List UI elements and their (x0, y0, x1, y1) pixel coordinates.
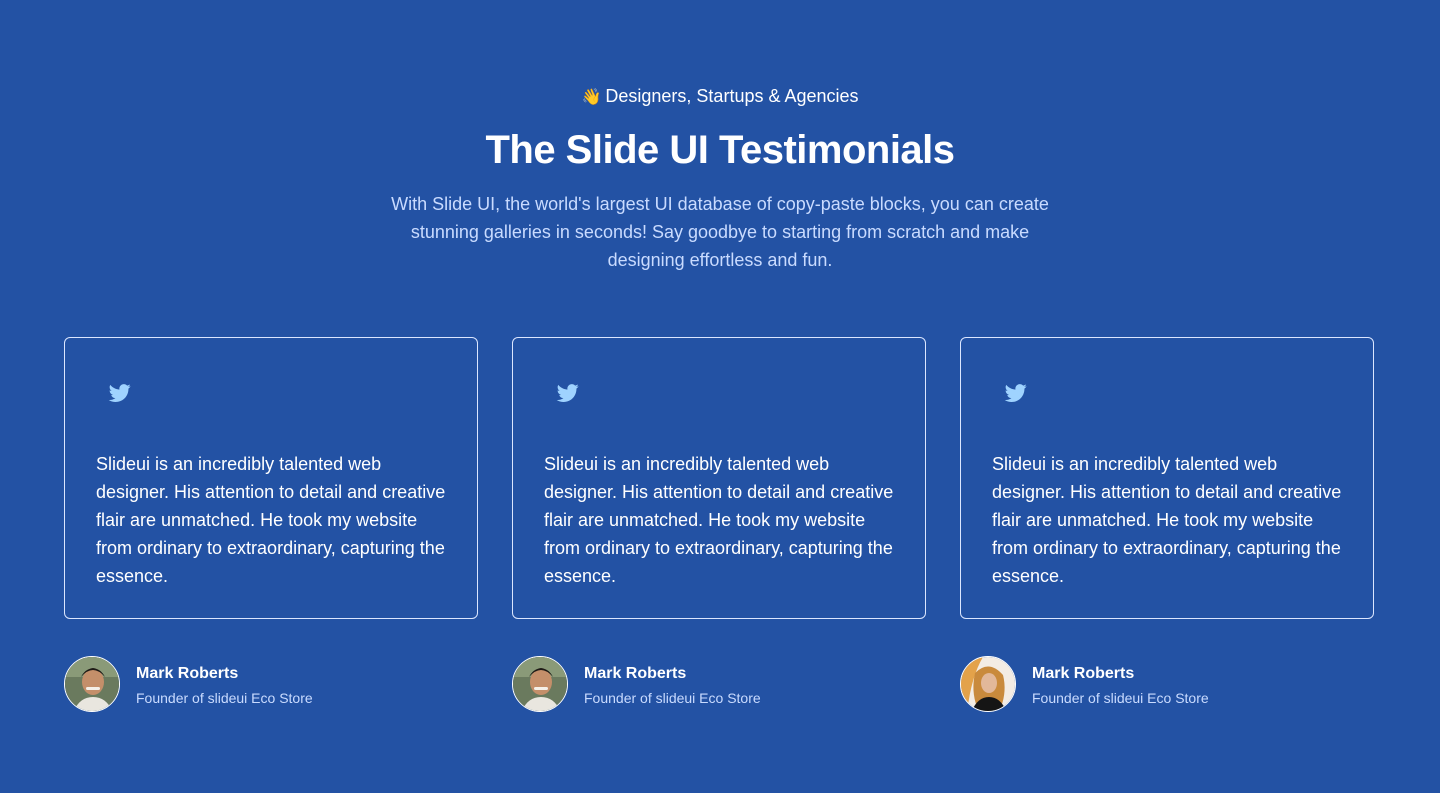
author-name: Mark Roberts (136, 665, 239, 682)
twitter-icon[interactable] (107, 382, 133, 404)
testimonials-section: 👋 Designers, Startups & Agencies The Slid… (0, 0, 1440, 793)
eyebrow-tagline: 👋 Designers, Startups & Agencies (0, 84, 1440, 110)
author-name: Mark Roberts (1032, 665, 1135, 682)
testimonial-author: Mark Roberts Founder of slideui Eco Stor… (64, 656, 478, 714)
author-role: Founder of slideui Eco Store (584, 690, 761, 706)
eyebrow-text: Designers, Startups & Agencies (605, 86, 859, 106)
testimonial-card: Slideui is an incredibly talented web de… (64, 337, 478, 619)
avatar (512, 656, 568, 712)
twitter-icon[interactable] (555, 382, 581, 404)
testimonial-quote: Slideui is an incredibly talented web de… (992, 454, 1342, 586)
testimonial-author: Mark Roberts Founder of slideui Eco Stor… (960, 656, 1374, 714)
author-name: Mark Roberts (584, 665, 687, 682)
author-role: Founder of slideui Eco Store (1032, 690, 1209, 706)
testimonial-quote: Slideui is an incredibly talented web de… (96, 454, 446, 586)
waving-hand-icon: 👋 (581, 89, 602, 106)
testimonial-card: Slideui is an incredibly talented web de… (960, 337, 1374, 619)
testimonial-author: Mark Roberts Founder of slideui Eco Stor… (512, 656, 926, 714)
section-title: The Slide UI Testimonials (485, 128, 955, 172)
avatar (960, 656, 1016, 712)
author-role: Founder of slideui Eco Store (136, 690, 313, 706)
avatar (64, 656, 120, 712)
testimonial-quote: Slideui is an incredibly talented web de… (544, 454, 894, 586)
section-description: With Slide UI, the world's largest UI da… (391, 194, 1049, 270)
testimonial-card: Slideui is an incredibly talented web de… (512, 337, 926, 619)
twitter-icon[interactable] (1003, 382, 1029, 404)
